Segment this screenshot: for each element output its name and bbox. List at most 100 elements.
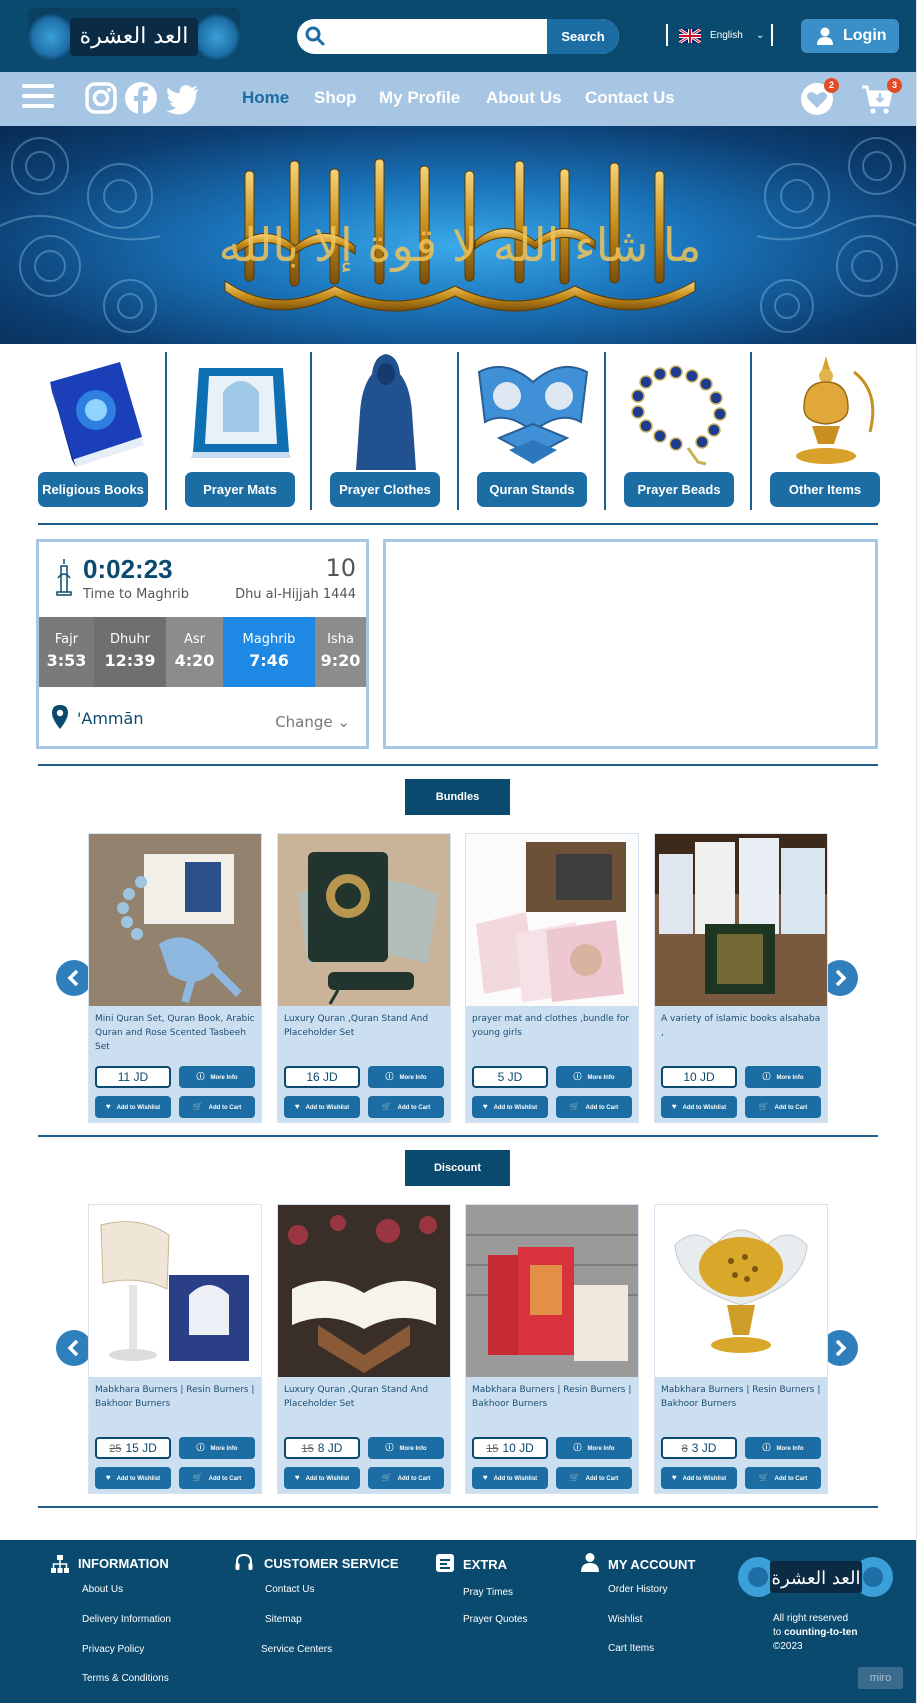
divider — [666, 24, 668, 46]
section-divider — [38, 1135, 878, 1137]
add-to-wishlist-button[interactable]: ♥ Add to Wishlist — [284, 1096, 360, 1118]
add-to-wishlist-button[interactable]: ♥ Add to Wishlist — [472, 1096, 548, 1118]
category-button[interactable]: Religious Books — [38, 472, 148, 507]
product-title: prayer mat and clothes ,bundle for young… — [472, 1014, 630, 1038]
add-to-cart-button[interactable]: 🛒 Add to Cart — [745, 1096, 821, 1118]
category-button[interactable]: Prayer Clothes — [330, 472, 440, 507]
add-to-cart-button[interactable]: 🛒 Add to Cart — [556, 1467, 632, 1489]
product-card[interactable]: Mabkhara Burners | Resin Burners | Bakho… — [88, 1204, 262, 1494]
footer-link[interactable]: Service Centers — [261, 1644, 332, 1655]
change-location-button[interactable]: Change ⌄ — [275, 713, 350, 731]
category-quran-stands[interactable]: Quran Stands — [469, 352, 597, 512]
carousel-prev-button[interactable] — [56, 1330, 92, 1366]
hijri-month: Dhu al-Hijjah 1444 — [235, 587, 356, 602]
add-to-cart-button[interactable]: 🛒 Add to Cart — [179, 1096, 255, 1118]
category-button[interactable]: Other Items — [770, 472, 880, 507]
product-card[interactable]: Luxury Quran ,Quran Stand And Placeholde… — [277, 833, 451, 1123]
category-other-items[interactable]: Other Items — [762, 352, 890, 512]
product-price: 15 10 JD — [472, 1437, 548, 1459]
logo-ornament-left — [28, 12, 74, 62]
footer-link[interactable]: Prayer Quotes — [463, 1614, 527, 1625]
copyright-year: ©2023 — [773, 1641, 803, 1652]
category-prayer-beads[interactable]: Prayer Beads — [616, 352, 744, 512]
decorative-pattern-left — [0, 137, 161, 333]
add-to-cart-button[interactable]: 🛒 Add to Cart — [745, 1467, 821, 1489]
hero-banner: ما شاء الله لا قوة إلا بالله — [0, 126, 917, 344]
add-to-wishlist-button[interactable]: ♥ Add to Wishlist — [472, 1467, 548, 1489]
footer-link[interactable]: Order History — [608, 1584, 667, 1595]
footer: INFORMATION About Us Delivery Informatio… — [0, 1540, 917, 1703]
button-label: Add to Cart — [774, 1476, 808, 1482]
add-to-cart-button[interactable]: 🛒 Add to Cart — [368, 1467, 444, 1489]
product-title: Mabkhara Burners | Resin Burners | Bakho… — [661, 1385, 821, 1409]
category-button[interactable]: Prayer Beads — [624, 472, 734, 507]
add-to-cart-button[interactable]: 🛒 Add to Cart — [556, 1096, 632, 1118]
category-religious-books[interactable]: Religious Books — [30, 352, 158, 512]
category-button[interactable]: Prayer Mats — [185, 472, 295, 507]
search-input[interactable] — [333, 23, 533, 50]
add-to-cart-button[interactable]: 🛒 Add to Cart — [179, 1467, 255, 1489]
footer-link[interactable]: Pray Times — [463, 1587, 513, 1598]
button-label: Add to Cart — [208, 1476, 242, 1482]
more-info-button[interactable]: ⓘ More Info — [179, 1066, 255, 1088]
button-label: Add to Wishlist — [493, 1105, 538, 1111]
login-button[interactable]: Login — [801, 19, 899, 53]
site-logo[interactable]: العد العشرة — [28, 8, 240, 66]
category-prayer-mats[interactable]: Prayer Mats — [177, 352, 305, 512]
instagram-icon[interactable] — [84, 81, 118, 115]
footer-link[interactable]: Wishlist — [608, 1614, 642, 1625]
nav-about-us[interactable]: About Us — [486, 88, 562, 108]
price-value: 3 JD — [691, 1441, 717, 1455]
prayer-name: Dhuhr — [109, 632, 151, 647]
more-info-button[interactable]: ⓘ More Info — [556, 1437, 632, 1459]
footer-link[interactable]: Privacy Policy — [82, 1644, 144, 1655]
menu-icon[interactable] — [22, 84, 54, 112]
more-info-button[interactable]: ⓘ More Info — [556, 1066, 632, 1088]
divider — [771, 24, 773, 46]
more-info-button[interactable]: ⓘ More Info — [368, 1066, 444, 1088]
heart-icon: ♥ — [482, 1473, 488, 1482]
button-label: More Info — [587, 1446, 615, 1452]
footer-link[interactable]: Sitemap — [265, 1614, 302, 1625]
more-info-button[interactable]: ⓘ More Info — [745, 1437, 821, 1459]
category-prayer-clothes[interactable]: Prayer Clothes — [322, 352, 450, 512]
add-to-wishlist-button[interactable]: ♥ Add to Wishlist — [661, 1096, 737, 1118]
product-card[interactable]: Mini Quran Set, Quran Book, Arabic Quran… — [88, 833, 262, 1123]
nav-my-profile[interactable]: My Profile — [379, 88, 460, 108]
twitter-icon[interactable] — [166, 81, 200, 115]
add-to-wishlist-button[interactable]: ♥ Add to Wishlist — [95, 1096, 171, 1118]
button-label: Add to Wishlist — [305, 1105, 350, 1111]
prayer-time: 9:20 — [320, 651, 361, 670]
facebook-icon[interactable] — [124, 81, 158, 115]
add-to-wishlist-button[interactable]: ♥ Add to Wishlist — [95, 1467, 171, 1489]
nav-home[interactable]: Home — [242, 88, 289, 108]
nav-shop[interactable]: Shop — [314, 88, 357, 108]
category-button[interactable]: Quran Stands — [477, 472, 587, 507]
more-info-button[interactable]: ⓘ More Info — [745, 1066, 821, 1088]
product-card[interactable]: Luxury Quran ,Quran Stand And Placeholde… — [277, 1204, 451, 1494]
carousel-prev-button[interactable] — [56, 960, 92, 996]
old-price: 8 — [681, 1443, 688, 1455]
product-card[interactable]: Mabkhara Burners | Resin Burners | Bakho… — [465, 1204, 639, 1494]
footer-link[interactable]: About Us — [82, 1584, 123, 1595]
change-label: Change — [275, 713, 333, 731]
more-info-button[interactable]: ⓘ More Info — [368, 1437, 444, 1459]
footer-title-extra: EXTRA — [463, 1557, 508, 1572]
add-to-wishlist-button[interactable]: ♥ Add to Wishlist — [284, 1467, 360, 1489]
old-price: 15 — [301, 1443, 314, 1455]
footer-link[interactable]: Terms & Conditions — [82, 1673, 169, 1684]
more-info-button[interactable]: ⓘ More Info — [179, 1437, 255, 1459]
product-card[interactable]: Mabkhara Burners | Resin Burners | Bakho… — [654, 1204, 828, 1494]
prayer-name: Isha — [327, 632, 354, 647]
product-card[interactable]: prayer mat and clothes ,bundle for young… — [465, 833, 639, 1123]
content-placeholder-box — [383, 539, 878, 749]
footer-link[interactable]: Cart Items — [608, 1643, 654, 1654]
add-to-wishlist-button[interactable]: ♥ Add to Wishlist — [661, 1467, 737, 1489]
nav-contact-us[interactable]: Contact Us — [585, 88, 675, 108]
footer-link[interactable]: Contact Us — [265, 1584, 314, 1595]
add-to-cart-button[interactable]: 🛒 Add to Cart — [368, 1096, 444, 1118]
search-button[interactable]: Search — [547, 19, 619, 54]
section-title-bundles: Bundles — [405, 779, 510, 815]
footer-link[interactable]: Delivery Information — [82, 1614, 171, 1625]
product-card[interactable]: A variety of islamic books alsahaba , 10… — [654, 833, 828, 1123]
